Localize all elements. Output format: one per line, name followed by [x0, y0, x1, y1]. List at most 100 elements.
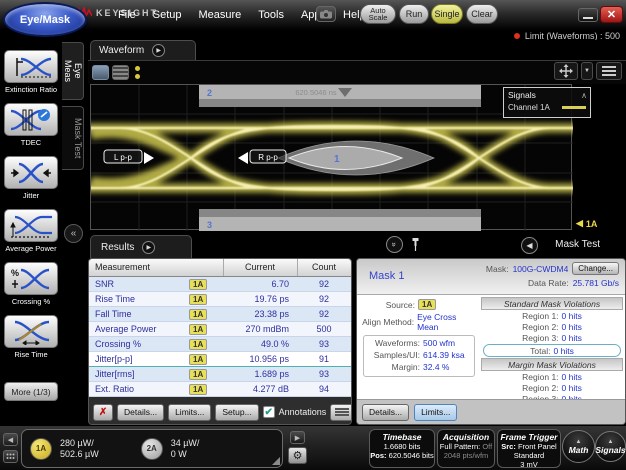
mask-test-expand-button[interactable]: ◀	[521, 237, 538, 254]
menu-tools[interactable]: Tools	[258, 9, 284, 21]
eye-diagram-plot[interactable]: 2 620.5046 ns 3 1	[90, 84, 572, 230]
frame-trigger-panel[interactable]: Frame Trigger Src: Front Panel Standard …	[497, 429, 561, 468]
tiled-display-button[interactable]	[112, 65, 129, 80]
menu-measure[interactable]: Measure	[198, 9, 241, 21]
settings-gear-button[interactable]: ⚙	[288, 447, 307, 464]
main-area: Waveform ▶ ▼	[88, 40, 626, 425]
panel-resize-handle[interactable]	[272, 457, 280, 465]
math-button[interactable]: ▲ Math	[562, 430, 595, 463]
table-row[interactable]: Crossing % 1A 49.0 % 93	[89, 336, 351, 351]
table-row[interactable]: Rise Time 1A 19.76 ps 92	[89, 291, 351, 306]
tab-eye-meas[interactable]: Eye Meas	[62, 42, 84, 100]
column-current: Current	[223, 259, 297, 276]
sidebar-item-label: Rise Time	[0, 350, 62, 359]
menu-setup[interactable]: Setup	[153, 9, 182, 21]
forward-icon: ▶	[295, 434, 300, 442]
channels-next-button[interactable]: ▶	[290, 431, 305, 444]
tool-dropdown-button[interactable]: ▼	[581, 62, 593, 80]
waveform-tab-menu-icon[interactable]: ▶	[152, 44, 165, 57]
annotations-checkbox[interactable]: ✔	[263, 406, 275, 418]
pan-tool-button[interactable]	[554, 62, 578, 80]
table-view-button[interactable]	[330, 404, 352, 421]
more-measurements-button[interactable]: More (1/3)	[4, 382, 58, 401]
run-button[interactable]: Run	[399, 4, 429, 24]
timebase-title: Timebase	[370, 432, 434, 442]
menu-file[interactable]: File	[118, 9, 136, 21]
sidebar-item-tdec[interactable]: TDEC	[0, 103, 62, 147]
signals-legend: Signals ∧ Channel 1A	[503, 87, 591, 118]
table-row[interactable]: Fall Time 1A 23.38 ps 92	[89, 306, 351, 321]
sidebar-item-rise-time[interactable]: Rise Time	[0, 315, 62, 359]
single-button[interactable]: Single	[431, 4, 463, 24]
timebase-panel[interactable]: Timebase 1.6680 bits Pos: 620.5046 bits	[369, 429, 435, 468]
left-pp-marker[interactable]: L p-p	[104, 150, 154, 164]
region-label: Region 1:	[522, 311, 558, 321]
screenshot-camera-button[interactable]	[316, 6, 336, 22]
close-button[interactable]: ✕	[600, 6, 623, 23]
mask-details-button[interactable]: Details...	[362, 404, 409, 421]
mask-name: Mask 1	[369, 270, 404, 282]
legend-collapse-icon[interactable]: ∧	[581, 93, 586, 98]
auto-scale-button[interactable]: Auto Scale	[360, 4, 396, 24]
table-row[interactable]: Jitter[rms] 1A 1.689 ps 93	[89, 366, 351, 381]
source-badge: 1A	[189, 339, 207, 350]
trigger-src-label: Src:	[501, 442, 516, 451]
region-value: 0 hits	[562, 383, 582, 393]
timebase-scale: 1.6680 bits	[370, 442, 434, 451]
collapse-sidebar-button[interactable]: «	[64, 224, 83, 243]
table-row-selected[interactable]: Jitter[p-p] 1A 10.956 ps 91	[89, 351, 351, 366]
trigger-src-value: Front Panel	[518, 442, 557, 451]
signals-button[interactable]: ▲ Signals	[595, 431, 626, 462]
channel-marker-label: 1A	[586, 219, 598, 229]
table-row[interactable]: Ext. Ratio 1A 4.277 dB 94	[89, 381, 351, 396]
results-tab-menu-icon[interactable]: ▶	[142, 241, 155, 254]
channel-1a-level-marker[interactable]: ◀ 1A	[576, 218, 597, 229]
change-mask-button[interactable]: Change...	[572, 262, 619, 275]
right-pp-marker[interactable]: R p-p	[238, 150, 286, 164]
data-rate-value: 25.781 Gb/s	[573, 278, 619, 288]
status-bar: ◀ 1A 280 µW/ 502.6 µW 2A 34 µW/ 0 W	[0, 425, 626, 470]
table-header-row: Measurement Current Count	[89, 259, 351, 276]
eye-mask-mode-button[interactable]: Eye/Mask	[3, 2, 87, 37]
channel-status-panel[interactable]: 1A 280 µW/ 502.6 µW 2A 34 µW/ 0 W	[21, 429, 283, 468]
application-window: KEYSIGHT File Setup Measure Tools Apps H…	[0, 0, 626, 470]
mask-limits-button[interactable]: Limits...	[414, 404, 457, 421]
mask-header: Mask 1 Mask: 100G-CWDM4 Change... Data R…	[357, 259, 625, 295]
source-badge: 1A	[189, 324, 207, 335]
sidebar-item-extinction-ratio[interactable]: Extinction Ratio	[0, 50, 62, 94]
check-icon: ✔	[264, 407, 272, 418]
region-label: Region 2:	[522, 383, 558, 393]
pin-icon[interactable]	[411, 237, 420, 252]
single-display-button[interactable]	[92, 65, 109, 80]
margin-violations-title: Margin Mask Violations	[481, 358, 623, 371]
trigger-level: 3 mV	[498, 460, 560, 469]
delete-measurement-button[interactable]: ✗	[93, 404, 113, 421]
limits-button[interactable]: Limits...	[168, 404, 211, 421]
sidebar-item-crossing[interactable]: % Crossing %	[0, 262, 62, 306]
channels-grid-button[interactable]	[3, 450, 18, 463]
plot-menu-button[interactable]	[596, 62, 622, 80]
channel-1a-button[interactable]: 1A	[30, 438, 52, 460]
collapse-panel-button[interactable]: »	[386, 236, 403, 253]
tdec-icon	[9, 107, 53, 133]
acquisition-points: 2048 pts/wfm	[438, 451, 494, 460]
channels-prev-button[interactable]: ◀	[3, 433, 18, 446]
results-tab[interactable]: Results ▶	[90, 235, 192, 258]
clear-button[interactable]: Clear	[466, 4, 498, 24]
timebase-pos-value: 620.5046 bits	[389, 451, 434, 460]
table-row[interactable]: Average Power 1A 270 mdBm 500	[89, 321, 351, 336]
sidebar-item-average-power[interactable]: Average Power	[0, 209, 62, 253]
channel-2a-button[interactable]: 2A	[141, 438, 163, 460]
acquisition-panel[interactable]: Acquisition Full Pattern: Off 2048 pts/w…	[437, 429, 495, 468]
total-label: Total:	[530, 346, 550, 356]
sidebar-item-label: Average Power	[0, 244, 62, 253]
waveform-tab[interactable]: Waveform ▶	[90, 40, 196, 60]
tab-mask-test-side[interactable]: Mask Test	[62, 106, 84, 170]
details-button[interactable]: Details...	[117, 404, 164, 421]
minimize-button[interactable]	[578, 8, 598, 22]
table-row[interactable]: SNR 1A 6.70 92	[89, 276, 351, 291]
sidebar-item-jitter[interactable]: Jitter	[0, 156, 62, 200]
setup-button[interactable]: Setup...	[215, 404, 258, 421]
margin-label: Margin:	[364, 362, 420, 372]
minimize-icon	[583, 17, 593, 19]
